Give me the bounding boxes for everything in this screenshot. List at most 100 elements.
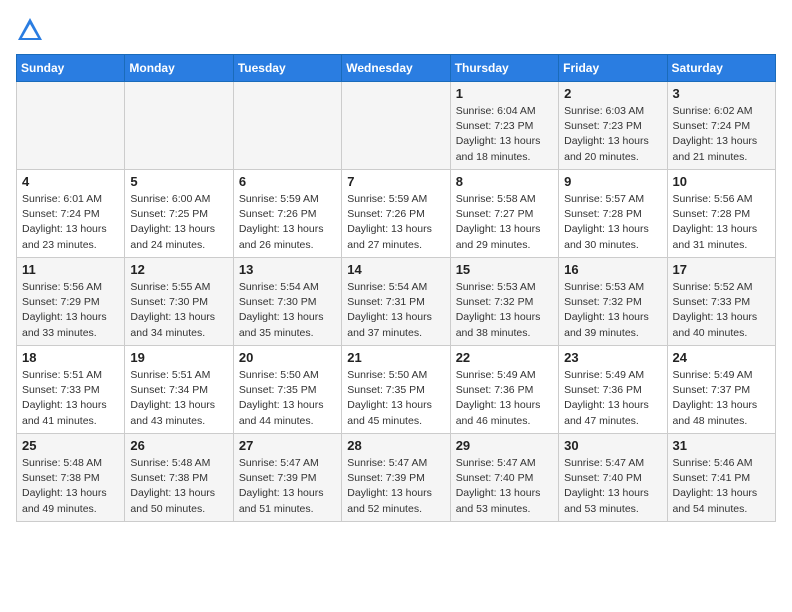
day-number: 5 (130, 174, 227, 189)
calendar-body: 1Sunrise: 6:04 AMSunset: 7:23 PMDaylight… (17, 82, 776, 522)
calendar-cell: 17 Sunrise: 5:52 AMSunset: 7:33 PMDayligh… (667, 258, 775, 346)
day-number: 15 (456, 262, 553, 277)
calendar-cell: 16 Sunrise: 5:53 AMSunset: 7:32 PMDayligh… (559, 258, 667, 346)
calendar-week-1: 1Sunrise: 6:04 AMSunset: 7:23 PMDaylight… (17, 82, 776, 170)
day-info: Sunrise: 5:54 AMSunset: 7:30 PMDaylight:… (239, 280, 336, 341)
calendar-cell: 19 Sunrise: 5:51 AMSunset: 7:34 PMDayligh… (125, 346, 233, 434)
calendar-cell: 24 Sunrise: 5:49 AMSunset: 7:37 PMDayligh… (667, 346, 775, 434)
calendar-cell: 20 Sunrise: 5:50 AMSunset: 7:35 PMDayligh… (233, 346, 341, 434)
day-number: 31 (673, 438, 770, 453)
day-number: 26 (130, 438, 227, 453)
day-info: Sunrise: 6:00 AMSunset: 7:25 PMDaylight:… (130, 192, 227, 253)
calendar-cell: 21 Sunrise: 5:50 AMSunset: 7:35 PMDayligh… (342, 346, 450, 434)
col-header-sunday: Sunday (17, 55, 125, 82)
day-info: Sunrise: 5:49 AMSunset: 7:37 PMDaylight:… (673, 368, 770, 429)
day-info: Sunrise: 5:57 AMSunset: 7:28 PMDaylight:… (564, 192, 661, 253)
day-number: 2 (564, 86, 661, 101)
day-info: Sunrise: 6:04 AMSunset: 7:23 PMDaylight:… (456, 104, 553, 165)
calendar-cell: 9Sunrise: 5:57 AMSunset: 7:28 PMDaylight… (559, 170, 667, 258)
day-info: Sunrise: 5:48 AMSunset: 7:38 PMDaylight:… (130, 456, 227, 517)
calendar-cell: 22 Sunrise: 5:49 AMSunset: 7:36 PMDayligh… (450, 346, 558, 434)
day-number: 23 (564, 350, 661, 365)
calendar-week-5: 25 Sunrise: 5:48 AMSunset: 7:38 PMDayligh… (17, 434, 776, 522)
day-number: 22 (456, 350, 553, 365)
col-header-friday: Friday (559, 55, 667, 82)
day-number: 3 (673, 86, 770, 101)
calendar-header-row: SundayMondayTuesdayWednesdayThursdayFrid… (17, 55, 776, 82)
day-number: 21 (347, 350, 444, 365)
calendar-week-3: 11 Sunrise: 5:56 AMSunset: 7:29 PMDayligh… (17, 258, 776, 346)
day-info: Sunrise: 5:47 AMSunset: 7:39 PMDaylight:… (347, 456, 444, 517)
day-number: 7 (347, 174, 444, 189)
day-info: Sunrise: 5:56 AMSunset: 7:29 PMDaylight:… (22, 280, 119, 341)
col-header-monday: Monday (125, 55, 233, 82)
col-header-tuesday: Tuesday (233, 55, 341, 82)
calendar-cell: 10Sunrise: 5:56 AMSunset: 7:28 PMDayligh… (667, 170, 775, 258)
calendar-cell: 12 Sunrise: 5:55 AMSunset: 7:30 PMDayligh… (125, 258, 233, 346)
day-info: Sunrise: 5:58 AMSunset: 7:27 PMDaylight:… (456, 192, 553, 253)
day-info: Sunrise: 5:47 AMSunset: 7:39 PMDaylight:… (239, 456, 336, 517)
calendar-cell: 30Sunrise: 5:47 AMSunset: 7:40 PMDayligh… (559, 434, 667, 522)
calendar-cell (125, 82, 233, 170)
day-info: Sunrise: 5:47 AMSunset: 7:40 PMDaylight:… (564, 456, 661, 517)
day-number: 20 (239, 350, 336, 365)
day-info: Sunrise: 6:01 AMSunset: 7:24 PMDaylight:… (22, 192, 119, 253)
day-info: Sunrise: 5:53 AMSunset: 7:32 PMDaylight:… (564, 280, 661, 341)
day-number: 11 (22, 262, 119, 277)
calendar-cell (17, 82, 125, 170)
day-info: Sunrise: 5:53 AMSunset: 7:32 PMDaylight:… (456, 280, 553, 341)
day-number: 25 (22, 438, 119, 453)
day-info: Sunrise: 5:50 AMSunset: 7:35 PMDaylight:… (239, 368, 336, 429)
calendar-cell: 5 Sunrise: 6:00 AMSunset: 7:25 PMDaylight… (125, 170, 233, 258)
calendar-cell: 26 Sunrise: 5:48 AMSunset: 7:38 PMDayligh… (125, 434, 233, 522)
calendar-cell: 27 Sunrise: 5:47 AMSunset: 7:39 PMDayligh… (233, 434, 341, 522)
day-number: 27 (239, 438, 336, 453)
day-info: Sunrise: 6:02 AMSunset: 7:24 PMDaylight:… (673, 104, 770, 165)
day-info: Sunrise: 6:03 AMSunset: 7:23 PMDaylight:… (564, 104, 661, 165)
day-info: Sunrise: 5:49 AMSunset: 7:36 PMDaylight:… (456, 368, 553, 429)
col-header-thursday: Thursday (450, 55, 558, 82)
day-info: Sunrise: 5:59 AMSunset: 7:26 PMDaylight:… (347, 192, 444, 253)
day-info: Sunrise: 5:51 AMSunset: 7:34 PMDaylight:… (130, 368, 227, 429)
day-number: 29 (456, 438, 553, 453)
day-info: Sunrise: 5:54 AMSunset: 7:31 PMDaylight:… (347, 280, 444, 341)
calendar-cell (342, 82, 450, 170)
calendar-cell: 23 Sunrise: 5:49 AMSunset: 7:36 PMDayligh… (559, 346, 667, 434)
calendar-week-4: 18 Sunrise: 5:51 AMSunset: 7:33 PMDayligh… (17, 346, 776, 434)
calendar-cell: 11 Sunrise: 5:56 AMSunset: 7:29 PMDayligh… (17, 258, 125, 346)
day-info: Sunrise: 5:48 AMSunset: 7:38 PMDaylight:… (22, 456, 119, 517)
logo (16, 16, 48, 44)
day-number: 28 (347, 438, 444, 453)
calendar-header: SundayMondayTuesdayWednesdayThursdayFrid… (17, 55, 776, 82)
calendar-cell: 25 Sunrise: 5:48 AMSunset: 7:38 PMDayligh… (17, 434, 125, 522)
day-number: 24 (673, 350, 770, 365)
calendar-week-2: 4Sunrise: 6:01 AMSunset: 7:24 PMDaylight… (17, 170, 776, 258)
day-number: 17 (673, 262, 770, 277)
day-info: Sunrise: 5:47 AMSunset: 7:40 PMDaylight:… (456, 456, 553, 517)
day-info: Sunrise: 5:49 AMSunset: 7:36 PMDaylight:… (564, 368, 661, 429)
col-header-saturday: Saturday (667, 55, 775, 82)
calendar-cell: 4Sunrise: 6:01 AMSunset: 7:24 PMDaylight… (17, 170, 125, 258)
day-info: Sunrise: 5:50 AMSunset: 7:35 PMDaylight:… (347, 368, 444, 429)
day-number: 12 (130, 262, 227, 277)
calendar-cell: 14Sunrise: 5:54 AMSunset: 7:31 PMDayligh… (342, 258, 450, 346)
calendar-cell: 6Sunrise: 5:59 AMSunset: 7:26 PMDaylight… (233, 170, 341, 258)
page-header (16, 16, 776, 44)
day-number: 16 (564, 262, 661, 277)
calendar-table: SundayMondayTuesdayWednesdayThursdayFrid… (16, 54, 776, 522)
calendar-cell: 13Sunrise: 5:54 AMSunset: 7:30 PMDayligh… (233, 258, 341, 346)
day-number: 19 (130, 350, 227, 365)
day-number: 8 (456, 174, 553, 189)
calendar-cell: 31 Sunrise: 5:46 AMSunset: 7:41 PMDayligh… (667, 434, 775, 522)
col-header-wednesday: Wednesday (342, 55, 450, 82)
day-info: Sunrise: 5:46 AMSunset: 7:41 PMDaylight:… (673, 456, 770, 517)
calendar-cell: 8 Sunrise: 5:58 AMSunset: 7:27 PMDaylight… (450, 170, 558, 258)
calendar-cell: 1Sunrise: 6:04 AMSunset: 7:23 PMDaylight… (450, 82, 558, 170)
day-number: 18 (22, 350, 119, 365)
day-info: Sunrise: 5:55 AMSunset: 7:30 PMDaylight:… (130, 280, 227, 341)
calendar-cell: 3 Sunrise: 6:02 AMSunset: 7:24 PMDaylight… (667, 82, 775, 170)
logo-icon (16, 16, 44, 44)
day-info: Sunrise: 5:52 AMSunset: 7:33 PMDaylight:… (673, 280, 770, 341)
day-info: Sunrise: 5:51 AMSunset: 7:33 PMDaylight:… (22, 368, 119, 429)
day-number: 10 (673, 174, 770, 189)
